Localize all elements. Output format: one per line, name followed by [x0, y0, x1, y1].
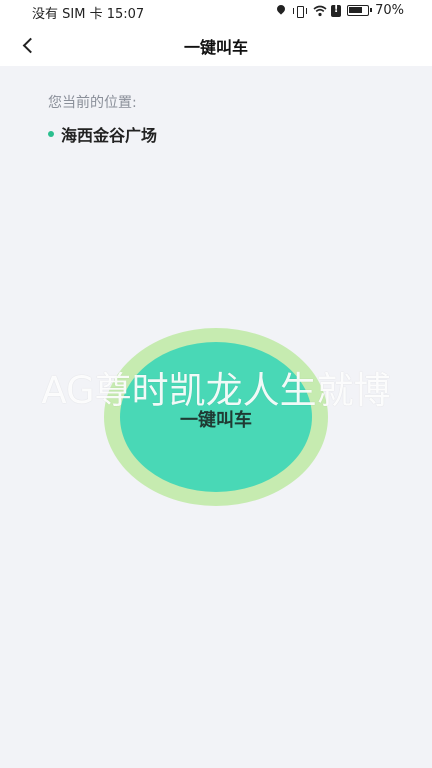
alert-icon	[331, 4, 342, 17]
status-bar: 没有 SIM 卡 15:07 70%	[0, 0, 432, 24]
carrier-text: 没有 SIM 卡	[32, 7, 103, 22]
wifi-icon	[313, 5, 327, 17]
battery-percent: 70%	[375, 3, 404, 18]
status-time: 15:07	[106, 7, 145, 22]
call-button-label: 一键叫车	[180, 410, 252, 431]
location-pin-icon	[275, 5, 287, 17]
page-title: 一键叫车	[183, 38, 248, 57]
nav-bar: 一键叫车	[0, 24, 432, 66]
call-car-button[interactable]: 一键叫车	[120, 342, 312, 492]
status-left: 没有 SIM 卡 15:07	[32, 3, 144, 22]
status-right: 70%	[275, 3, 404, 18]
location-label: 您当前的位置:	[48, 95, 137, 111]
location-name: 海西金谷广场	[61, 126, 158, 145]
battery-icon	[347, 5, 373, 16]
location-dot-icon	[48, 131, 54, 137]
vibrate-icon	[293, 5, 308, 18]
location-value-row: 海西金谷广场	[48, 122, 157, 146]
